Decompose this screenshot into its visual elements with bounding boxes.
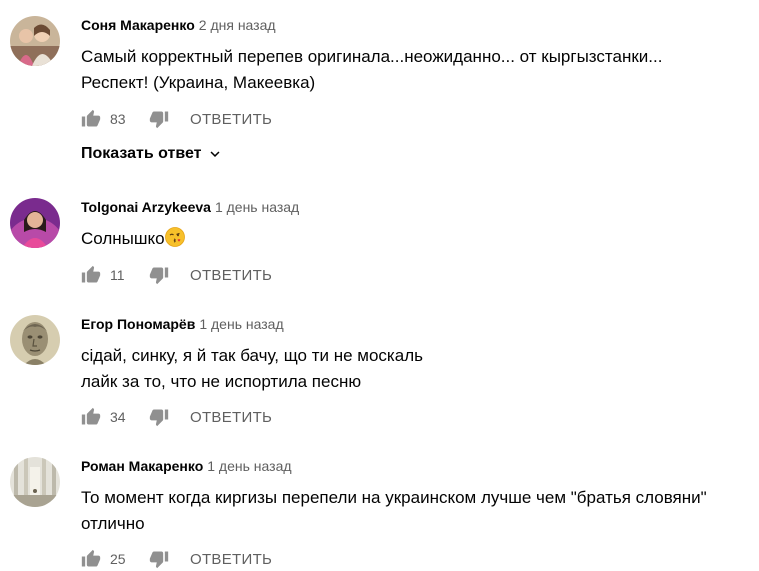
thumbs-down-icon <box>149 409 169 427</box>
comment-header: Tolgonai Arzykeeva 1 день назад <box>81 198 299 216</box>
comment-text: Солнышко <box>81 226 185 252</box>
timestamp[interactable]: 1 день назад <box>207 458 291 474</box>
comment-header: Роман Макаренко 1 день назад <box>81 457 292 475</box>
avatar-photo-woman <box>10 198 60 248</box>
thumbs-up-icon <box>81 549 101 567</box>
like-count: 11 <box>110 267 125 283</box>
comment-line: лайк за то, что не испортила песню <box>81 372 362 391</box>
show-replies-button[interactable]: Показать ответ <box>81 145 224 163</box>
avatar-photo-statue <box>10 315 60 365</box>
comment-text: То момент когда киргизы перепели на укра… <box>81 485 707 537</box>
thumbs-up-icon <box>81 265 101 283</box>
author-name[interactable]: Tolgonai Arzykeeva <box>81 199 211 215</box>
reply-button[interactable]: ОТВЕТИТЬ <box>190 267 272 284</box>
thumbs-down-icon <box>149 267 169 285</box>
comment-actions: 83 ОТВЕТИТЬ <box>81 107 272 131</box>
dislike-button[interactable] <box>149 109 169 129</box>
like-button[interactable] <box>81 109 101 129</box>
comment-actions: 11 ОТВЕТИТЬ <box>81 263 272 287</box>
like-button[interactable] <box>81 265 101 285</box>
like-count: 25 <box>110 551 126 567</box>
comment-header: Соня Макаренко 2 дня назад <box>81 16 276 34</box>
thumbs-up-icon <box>81 407 101 425</box>
comment-4: Роман Макаренко 1 день назад То момент ко… <box>0 457 759 570</box>
comment-line: Респект! (Украина, Макеевка) <box>81 73 316 92</box>
kiss-face-emoji <box>164 227 185 247</box>
thumbs-down-icon <box>149 551 169 569</box>
comment-line: сідай, синку, я й так бачу, що ти не мос… <box>81 346 423 365</box>
reply-button[interactable]: ОТВЕТИТЬ <box>190 409 272 426</box>
author-name[interactable]: Егор Пономарёв <box>81 316 195 332</box>
like-count: 83 <box>110 111 126 127</box>
dislike-button[interactable] <box>149 549 169 569</box>
comment-text: сідай, синку, я й так бачу, що ти не мос… <box>81 343 423 395</box>
comment-line: Самый корректный перепев оригинала...нео… <box>81 47 663 66</box>
avatar-photo-group <box>10 16 60 66</box>
comment-line: Солнышко <box>81 229 165 248</box>
reply-button[interactable]: ОТВЕТИТЬ <box>190 111 272 128</box>
comment-line: отлично <box>81 514 145 533</box>
like-count: 34 <box>110 409 126 425</box>
like-button[interactable] <box>81 407 101 427</box>
show-replies-label: Показать ответ <box>81 145 202 162</box>
dislike-button[interactable] <box>149 407 169 427</box>
avatar[interactable] <box>10 198 60 248</box>
timestamp[interactable]: 1 день назад <box>199 316 283 332</box>
comment-2: Tolgonai Arzykeeva 1 день назад Солнышко … <box>0 198 759 288</box>
author-name[interactable]: Соня Макаренко <box>81 17 195 33</box>
reply-button[interactable]: ОТВЕТИТЬ <box>190 551 272 568</box>
thumbs-down-icon <box>149 111 169 129</box>
thumbs-up-icon <box>81 109 101 127</box>
like-button[interactable] <box>81 549 101 569</box>
dislike-button[interactable] <box>149 265 169 285</box>
timestamp[interactable]: 2 дня назад <box>199 17 276 33</box>
comment-actions: 34 ОТВЕТИТЬ <box>81 405 272 429</box>
timestamp[interactable]: 1 день назад <box>215 199 299 215</box>
author-name[interactable]: Роман Макаренко <box>81 458 203 474</box>
avatar[interactable] <box>10 315 60 365</box>
chevron-down-icon <box>210 151 219 157</box>
avatar[interactable] <box>10 16 60 66</box>
comment-text: Самый корректный перепев оригинала...нео… <box>81 44 662 96</box>
comment-3: Егор Пономарёв 1 день назад сідай, синку,… <box>0 315 759 430</box>
comment-1: Соня Макаренко 2 дня назад Самый корректн… <box>0 16 759 166</box>
comment-line: То момент когда киргизы перепели на укра… <box>81 488 707 507</box>
avatar[interactable] <box>10 457 60 507</box>
comment-actions: 25 ОТВЕТИТЬ <box>81 547 272 571</box>
comment-header: Егор Пономарёв 1 день назад <box>81 315 284 333</box>
avatar-photo-hallway <box>10 457 60 507</box>
